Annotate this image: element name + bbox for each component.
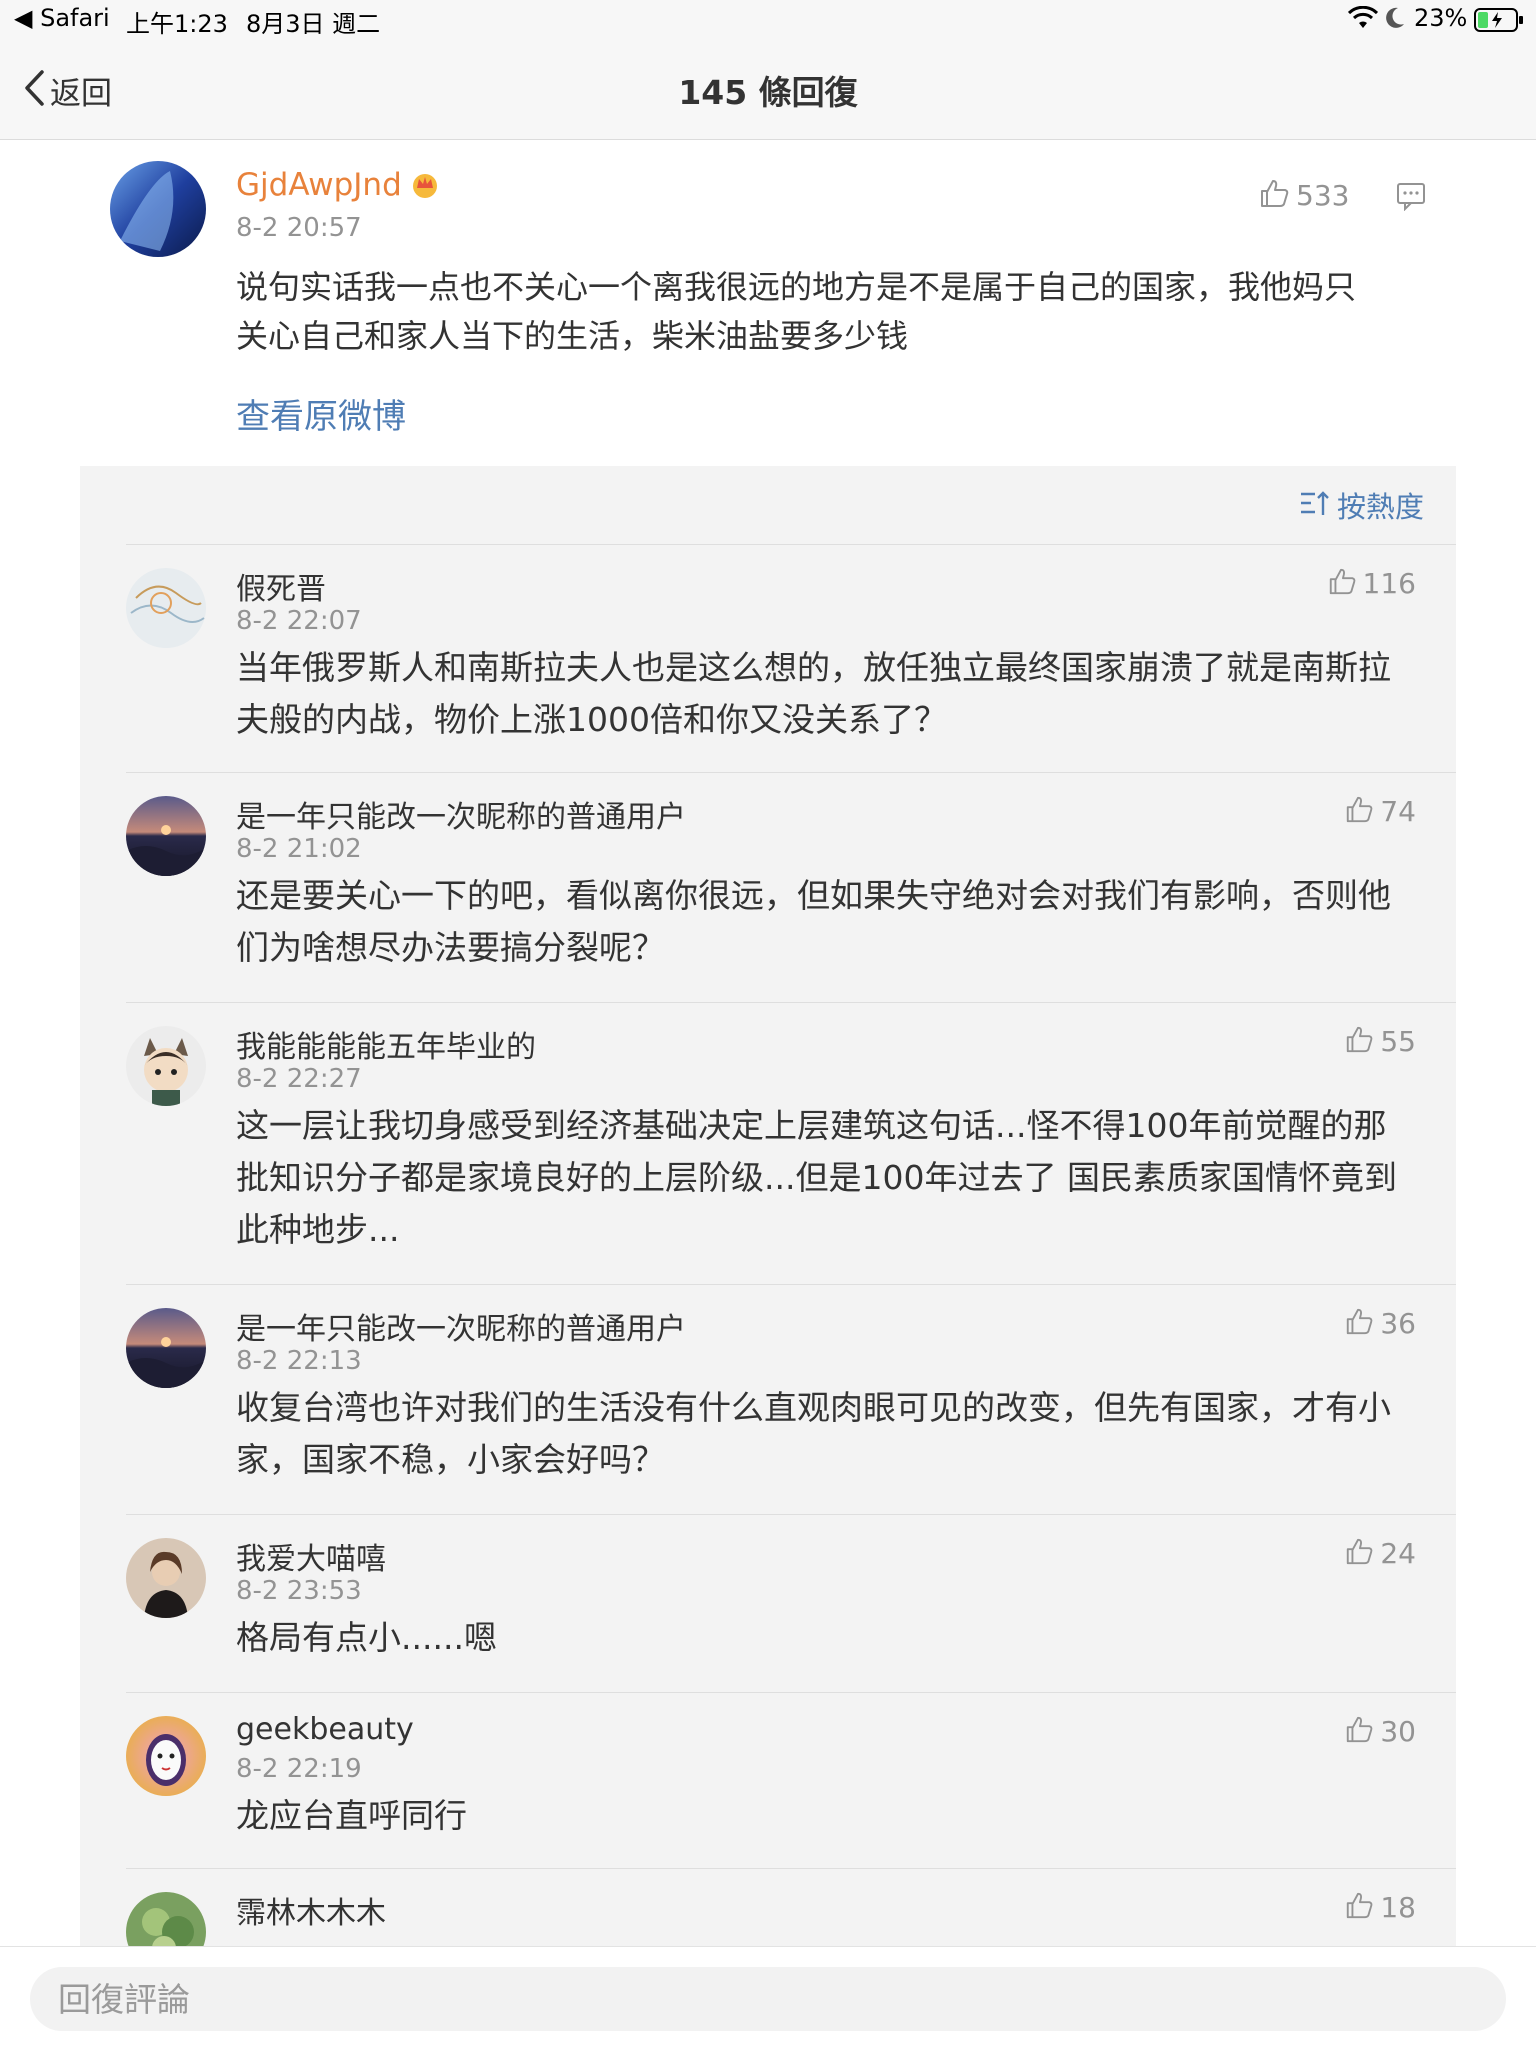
reply-username[interactable]: geekbeauty (236, 1712, 414, 1747)
reply-username[interactable]: 霈林木木木 (236, 1888, 386, 1932)
reply-bar (0, 1946, 1536, 2048)
reply-like-button[interactable]: 36 (1344, 1306, 1416, 1340)
reply-like-count: 36 (1380, 1306, 1416, 1340)
reply-item: 假死晋 8-2 22:07 116 当年俄罗斯人和南斯拉夫人也是这么想的，放任独… (80, 544, 1456, 772)
status-bar: ◀ Safari 上午1:23 8月3日 週二 23% (0, 0, 1536, 40)
vip-crown-icon (410, 170, 440, 200)
reply-like-button[interactable]: 18 (1344, 1890, 1416, 1924)
reply-item: 是一年只能改一次昵称的普通用户 8-2 21:02 74 还是要关心一下的吧，看… (80, 772, 1456, 1002)
page-title: 145 條回復 (678, 73, 858, 112)
avatar[interactable] (126, 796, 206, 876)
avatar[interactable] (126, 568, 206, 648)
reply-body: 还是要关心一下的吧，看似离你很远，但如果失守绝对会对我们有影响，否则他们为啥想尽… (236, 876, 1391, 967)
thumbs-up-icon (1344, 1890, 1374, 1924)
reply-like-count: 74 (1380, 794, 1416, 828)
reply-timestamp: 8-2 21:02 (236, 834, 362, 864)
thumbs-up-icon (1344, 1714, 1374, 1748)
sort-label: 按熱度 (1336, 490, 1424, 524)
reply-body: 收复台湾也许对我们的生活没有什么直观肉眼可见的改变，但先有国家，才有小家，国家不… (236, 1388, 1391, 1479)
comment-icon[interactable] (1396, 181, 1426, 215)
reply-timestamp: 8-2 22:07 (236, 606, 362, 636)
reply-like-count: 24 (1380, 1536, 1416, 1570)
reply-like-button[interactable]: 74 (1344, 794, 1416, 828)
reply-item: 霈林木木木 18 (80, 1868, 1456, 1946)
thumbs-up-icon (1344, 1536, 1374, 1570)
original-comment: GjdAwpJnd 8-2 20:57 533 说句实话我一点也不关心一个离我很… (0, 141, 1536, 466)
battery-icon (1474, 8, 1524, 38)
reply-like-count: 116 (1362, 566, 1416, 600)
reply-item: 我能能能能五年毕业的 8-2 22:27 55 这一层让我切身感受到经济基础决定… (80, 1002, 1456, 1284)
avatar[interactable] (126, 1308, 206, 1388)
reply-like-button[interactable]: 116 (1327, 566, 1416, 600)
avatar[interactable] (126, 1716, 206, 1796)
avatar[interactable] (126, 1538, 206, 1618)
reply-timestamp: 8-2 22:13 (236, 1346, 362, 1376)
reply-username[interactable]: 我爱大喵嘻 (236, 1534, 386, 1578)
post-body: 说句实话我一点也不关心一个离我很远的地方是不是属于自己的国家，我他妈只关心自己和… (236, 268, 1357, 355)
reply-timestamp: 8-2 22:27 (236, 1064, 362, 1094)
reply-username[interactable]: 我能能能能五年毕业的 (236, 1022, 536, 1066)
reply-body: 当年俄罗斯人和南斯拉夫人也是这么想的，放任独立最终国家崩溃了就是南斯拉夫般的内战… (236, 648, 1391, 739)
reply-item: 是一年只能改一次昵称的普通用户 8-2 22:13 36 收复台湾也许对我们的生… (80, 1284, 1456, 1514)
status-date: 8月3日 週二 (246, 10, 381, 38)
thumbs-up-icon (1344, 1024, 1374, 1058)
back-to-app-label[interactable]: ◀ Safari (14, 4, 110, 32)
reply-comment-input[interactable] (30, 1967, 1506, 2031)
post-timestamp: 8-2 20:57 (236, 213, 362, 243)
wifi-icon (1347, 5, 1379, 36)
status-time: 上午1:23 (126, 10, 228, 38)
battery-percent: 23% (1414, 4, 1468, 32)
username-text: GjdAwpJnd (236, 167, 402, 203)
reply-body: 格局有点小......嗯 (236, 1618, 497, 1657)
post-like-button[interactable]: 533 (1258, 177, 1349, 213)
post-like-count: 533 (1296, 178, 1350, 212)
reply-timestamp: 8-2 22:19 (236, 1754, 362, 1784)
reply-like-count: 18 (1380, 1890, 1416, 1924)
view-original-link[interactable]: 查看原微博 (236, 389, 406, 438)
avatar[interactable] (126, 1026, 206, 1106)
reply-like-count: 55 (1380, 1024, 1416, 1058)
reply-body: 这一层让我切身感受到经济基础决定上层建筑这句话...怪不得100年前觉醒的那批知… (236, 1106, 1397, 1249)
reply-item: geekbeauty 8-2 22:19 30 龙应台直呼同行 (80, 1692, 1456, 1868)
moon-icon (1384, 6, 1406, 36)
sort-by-popularity-button[interactable]: 按熱度 (1299, 484, 1424, 526)
reply-username[interactable]: 是一年只能改一次昵称的普通用户 (236, 792, 686, 836)
reply-like-button[interactable]: 55 (1344, 1024, 1416, 1058)
reply-body: 龙应台直呼同行 (236, 1796, 467, 1835)
avatar[interactable] (110, 161, 206, 257)
reply-like-button[interactable]: 30 (1344, 1714, 1416, 1748)
reply-like-count: 30 (1380, 1714, 1416, 1748)
reply-like-button[interactable]: 24 (1344, 1536, 1416, 1570)
thumbs-up-icon (1327, 566, 1357, 600)
thumbs-up-icon (1344, 1306, 1374, 1340)
replies-panel: 按熱度 假死晋 8-2 22:07 116 当年俄罗斯人和南斯拉夫人也是这么想的… (80, 466, 1456, 1946)
post-username[interactable]: GjdAwpJnd (236, 167, 440, 203)
reply-username[interactable]: 是一年只能改一次昵称的普通用户 (236, 1304, 686, 1348)
reply-item: 我爱大喵嘻 8-2 23:53 24 格局有点小......嗯 (80, 1514, 1456, 1692)
reply-username[interactable]: 假死晋 (236, 564, 326, 608)
reply-timestamp: 8-2 23:53 (236, 1576, 362, 1606)
sort-icon (1299, 489, 1329, 521)
thumbs-up-icon (1344, 794, 1374, 828)
thumbs-up-icon (1258, 177, 1290, 213)
avatar[interactable] (126, 1892, 206, 1946)
navigation-bar: 返回 145 條回復 (0, 40, 1536, 140)
